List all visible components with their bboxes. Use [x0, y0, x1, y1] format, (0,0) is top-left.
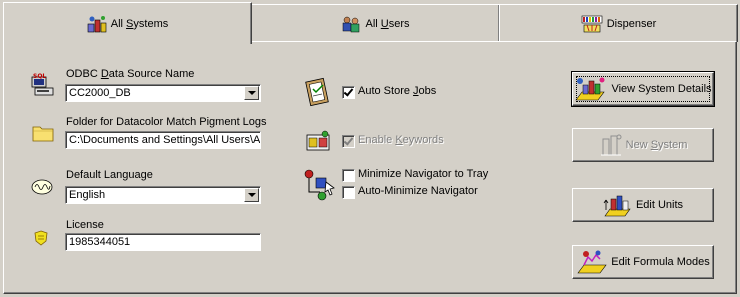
navigator-icon	[304, 169, 335, 201]
auto-minimize-checkbox[interactable]	[342, 186, 355, 199]
tab-all-systems[interactable]: All Systems	[3, 2, 252, 44]
odbc-source-value: CC2000_DB	[69, 87, 131, 99]
speech-icon	[31, 179, 53, 195]
language-select[interactable]: English	[65, 186, 261, 204]
minimize-to-tray-label: Minimize Navigator to Tray	[358, 168, 489, 180]
edit-units-label: Edit Units	[635, 199, 684, 211]
auto-store-jobs-label: Auto Store Jobs	[358, 85, 437, 97]
auto-minimize-label: Auto-Minimize Navigator	[358, 185, 478, 197]
license-label: License	[66, 219, 104, 231]
license-input[interactable]: 1985344051	[65, 233, 261, 251]
new-system-icon	[600, 134, 622, 156]
new-system-label: New System	[625, 139, 688, 151]
language-value: English	[69, 189, 106, 201]
systems-icon	[87, 15, 107, 32]
edit-formula-modes-label: Edit Formula Modes	[611, 256, 710, 268]
dispenser-icon	[581, 15, 603, 32]
tab-dispenser-label: Dispenser	[606, 17, 657, 30]
svg-text:SQL: SQL	[33, 73, 46, 80]
formula-icon	[577, 250, 607, 274]
users-icon	[343, 16, 360, 32]
folder-icon	[32, 126, 54, 142]
enable-keywords-label: Enable Keywords	[358, 134, 444, 146]
folder-path-input[interactable]: C:\Documents and Settings\All Users\A	[65, 131, 261, 149]
units-icon	[603, 195, 631, 217]
chevron-down-icon[interactable]	[244, 188, 259, 202]
chevron-down-icon[interactable]	[244, 86, 259, 100]
odbc-source-select[interactable]: CC2000_DB	[65, 84, 261, 102]
keywords-icon	[306, 130, 330, 151]
minimize-to-tray-checkbox[interactable]	[342, 169, 355, 182]
odbc-label: ODBC Data Source Name	[66, 68, 195, 80]
language-label: Default Language	[66, 169, 153, 181]
view-system-details-button[interactable]: View System Details	[571, 71, 715, 107]
tab-strip: All Systems All Users Dispenser	[3, 2, 738, 44]
tab-dispenser[interactable]: Dispenser	[499, 4, 738, 42]
tab-all-users-label: All Users	[365, 17, 410, 30]
new-system-button[interactable]: New System	[572, 128, 714, 162]
settings-window: All Systems All Users Dispenser SQL ODBC…	[0, 0, 740, 297]
folder-label: Folder for Datacolor Match Pigment Logs	[66, 116, 267, 128]
enable-keywords-checkbox[interactable]	[342, 135, 355, 148]
tab-all-users[interactable]: All Users	[251, 4, 500, 42]
tab-all-systems-label: All Systems	[110, 17, 169, 30]
edit-units-button[interactable]: Edit Units	[572, 188, 714, 222]
license-icon	[34, 230, 48, 246]
clipboard-icon	[305, 77, 329, 107]
edit-formula-modes-button[interactable]: Edit Formula Modes	[572, 245, 714, 279]
auto-store-jobs-checkbox[interactable]	[342, 86, 355, 99]
database-icon: SQL	[31, 73, 54, 96]
